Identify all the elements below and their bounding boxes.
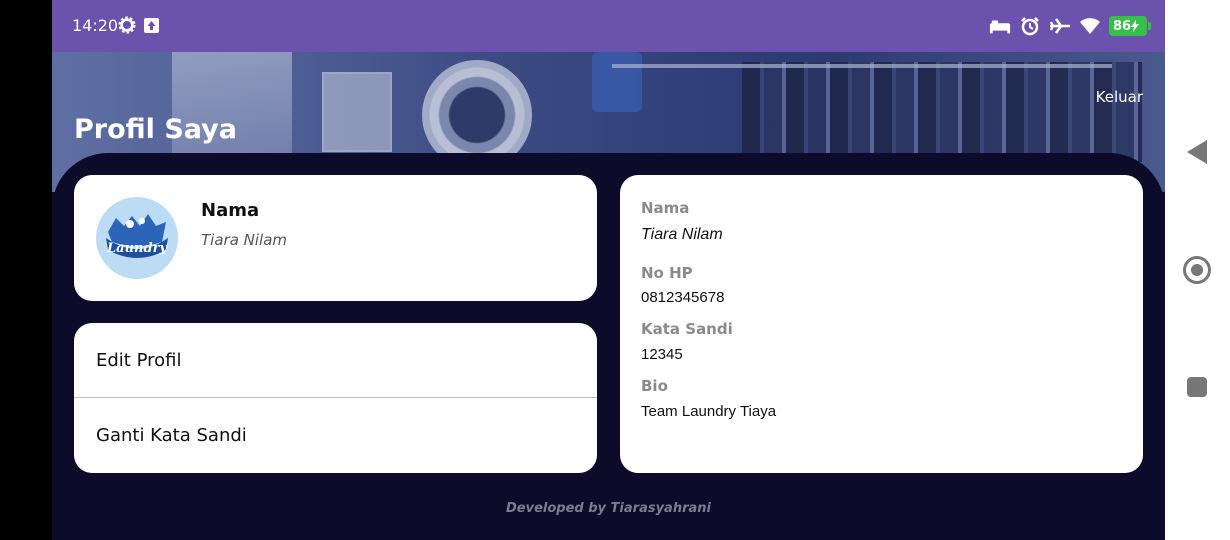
battery-level: 86 bbox=[1112, 18, 1132, 34]
content-panel: Laundry Nama Tiara Nilam Edit Profil Gan… bbox=[52, 153, 1165, 540]
info-bio-value: Team Laundry Tiaya bbox=[641, 403, 777, 420]
profile-info-card: Nama Tiara Nilam No HP 0812345678 Kata S… bbox=[620, 175, 1143, 473]
info-bio-label: Bio bbox=[641, 377, 668, 395]
change-password-button[interactable]: Ganti Kata Sandi bbox=[74, 398, 597, 473]
banner-photo-rack bbox=[742, 62, 1142, 162]
profile-name-label: Nama bbox=[201, 200, 260, 221]
svg-text:Laundry: Laundry bbox=[106, 241, 168, 256]
upload-icon bbox=[144, 18, 159, 33]
charging-bolt-icon bbox=[1131, 20, 1140, 32]
app-screen: 14:20 86 Keluar Profil Saya Laundry Nama… bbox=[52, 0, 1165, 540]
info-password-label: Kata Sandi bbox=[641, 320, 733, 338]
back-icon[interactable] bbox=[1187, 140, 1207, 164]
status-icons: 86 bbox=[989, 14, 1151, 38]
airplane-icon bbox=[1049, 18, 1070, 34]
footer-credit: Developed by Tiarasyahrani bbox=[506, 501, 711, 516]
system-nav-bar bbox=[1165, 0, 1230, 540]
edit-profile-button[interactable]: Edit Profil bbox=[74, 323, 597, 398]
profile-card: Laundry Nama Tiara Nilam bbox=[74, 175, 597, 301]
battery-charging-icon: 86 bbox=[1109, 16, 1151, 36]
avatar: Laundry bbox=[96, 197, 178, 279]
device-bezel bbox=[0, 0, 52, 540]
profile-menu-card: Edit Profil Ganti Kata Sandi bbox=[74, 323, 597, 473]
info-phone-value: 0812345678 bbox=[641, 289, 725, 306]
status-bar: 14:20 86 bbox=[52, 0, 1165, 52]
info-name-value: Tiara Nilam bbox=[641, 226, 723, 243]
bed-icon bbox=[989, 20, 1011, 34]
status-time: 14:20 bbox=[72, 16, 119, 35]
banner-photo-panel bbox=[322, 72, 392, 152]
logout-button[interactable]: Keluar bbox=[1096, 88, 1143, 106]
info-password-value: 12345 bbox=[641, 346, 683, 363]
laundry-logo-icon: Laundry bbox=[106, 214, 168, 258]
profile-name-value: Tiara Nilam bbox=[201, 231, 288, 249]
recent-apps-icon[interactable] bbox=[1187, 377, 1207, 397]
settings-icon bbox=[118, 16, 136, 34]
page-title: Profil Saya bbox=[74, 114, 237, 145]
banner-photo-bar bbox=[612, 64, 1112, 68]
alarm-icon bbox=[1021, 17, 1039, 36]
banner-photo-blue bbox=[592, 52, 642, 112]
banner-photo bbox=[172, 52, 292, 162]
home-icon[interactable] bbox=[1183, 256, 1211, 284]
wifi-icon bbox=[1080, 18, 1100, 34]
info-phone-label: No HP bbox=[641, 264, 693, 282]
info-name-label: Nama bbox=[641, 199, 690, 217]
